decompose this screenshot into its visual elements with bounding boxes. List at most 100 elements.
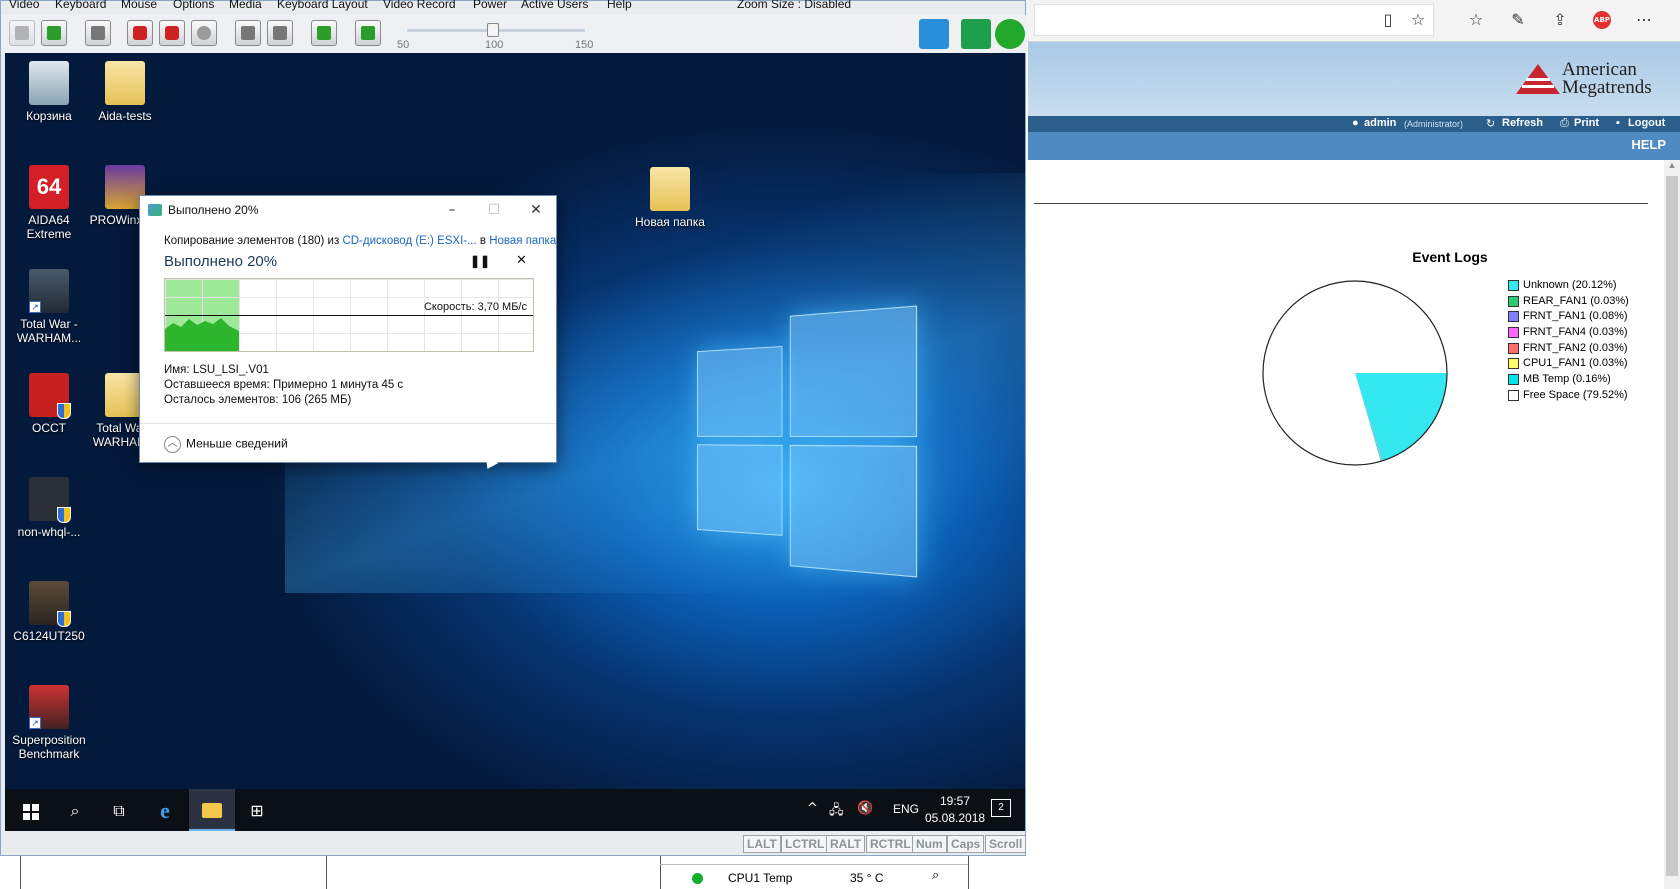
lalt-key[interactable]: LALT bbox=[743, 835, 781, 853]
aida64-icon: 64 bbox=[29, 165, 69, 209]
remote-desktop[interactable]: Корзина Aida-tests 64 AIDA64 Extreme PRO… bbox=[5, 53, 1025, 789]
print-link[interactable]: Print bbox=[1574, 117, 1599, 129]
adblock-icon[interactable]: ABP bbox=[1593, 11, 1611, 29]
reading-view-icon[interactable]: ▯ bbox=[1376, 8, 1400, 32]
desktop-icon[interactable]: 64 AIDA64 Extreme bbox=[9, 165, 89, 241]
menu-video-record[interactable]: Video Record bbox=[383, 0, 456, 11]
address-bar[interactable] bbox=[1034, 4, 1434, 36]
logout-link[interactable]: Logout bbox=[1628, 117, 1665, 129]
desktop-icon[interactable]: Новая папка bbox=[625, 167, 715, 229]
desktop-icon[interactable]: OCCT bbox=[9, 373, 89, 435]
hotkeys-button[interactable] bbox=[311, 20, 337, 46]
table-border bbox=[326, 852, 327, 889]
more-icon[interactable]: ⋯ bbox=[1632, 8, 1656, 32]
progress-label: Выполнено 20% bbox=[164, 253, 278, 270]
menu-keyboard[interactable]: Keyboard bbox=[55, 0, 106, 11]
rctrl-key[interactable]: RCTRL bbox=[866, 835, 915, 853]
power-button[interactable] bbox=[995, 19, 1025, 49]
scroll-up-icon[interactable]: ▲ bbox=[1664, 160, 1680, 174]
legend-item: CPU1_FAN1 (0.03%) bbox=[1508, 356, 1629, 372]
menu-keyboard-layout[interactable]: Keyboard Layout bbox=[277, 0, 368, 11]
uac-shield-icon bbox=[57, 611, 71, 627]
display-button[interactable] bbox=[961, 19, 991, 49]
pause-button[interactable] bbox=[41, 20, 67, 46]
desktop-icon[interactable]: C6124UT250 bbox=[9, 581, 89, 643]
menu-media[interactable]: Media bbox=[229, 0, 262, 11]
logout-icon: ▪ bbox=[1616, 117, 1620, 129]
caps-lock-key[interactable]: Caps bbox=[947, 835, 985, 853]
zoom-slider[interactable]: 50 100 150 bbox=[397, 23, 593, 51]
scroll-thumb[interactable] bbox=[1666, 176, 1678, 876]
windows-logo bbox=[697, 305, 918, 578]
favorite-star-icon[interactable]: ☆ bbox=[1406, 8, 1430, 32]
copy-description: Копирование элементов (180) из CD-дисков… bbox=[164, 235, 557, 247]
edge-button[interactable]: e bbox=[151, 797, 179, 825]
destination-link[interactable]: Новая папка bbox=[489, 235, 556, 247]
table-border bbox=[20, 852, 21, 889]
kvm-statusbar: LALT LCTRL RALT RCTRL Num Caps Scroll bbox=[1, 831, 1027, 855]
desktop-icon[interactable]: Корзина bbox=[9, 61, 89, 123]
maximize-button[interactable]: ☐ bbox=[474, 198, 514, 222]
kvm-toolbar: 50 100 150 bbox=[1, 15, 1027, 53]
page-scrollbar[interactable]: ▲ bbox=[1664, 160, 1680, 889]
help-link[interactable]: HELP bbox=[1631, 137, 1666, 152]
explorer-button[interactable] bbox=[189, 789, 235, 831]
network-icon[interactable]: 🖧 bbox=[829, 801, 844, 823]
magnify-icon[interactable]: ⌕ bbox=[932, 868, 939, 883]
share-icon[interactable]: ⇪ bbox=[1548, 8, 1572, 32]
superposition-icon: ↗ bbox=[29, 685, 69, 729]
table-row: CPU1 Temp 35 ° C ⌕ bbox=[660, 864, 968, 889]
minimize-button[interactable]: – bbox=[432, 198, 472, 222]
legend-swatch bbox=[1508, 311, 1519, 323]
keyboard-button[interactable] bbox=[267, 20, 293, 46]
record-stop-button[interactable] bbox=[127, 20, 153, 46]
play-button[interactable] bbox=[9, 20, 35, 46]
favorites-icon[interactable]: ☆ bbox=[1464, 8, 1488, 32]
search-button[interactable]: ⌕ bbox=[61, 797, 89, 825]
legend-swatch bbox=[1508, 358, 1519, 370]
cancel-button[interactable]: ✕ bbox=[516, 253, 527, 268]
language-indicator[interactable]: ENG bbox=[893, 802, 919, 816]
cd-button[interactable] bbox=[191, 20, 217, 46]
copy-progress-dialog: Выполнено 20% – ☐ ✕ Копирование элементо… bbox=[139, 195, 557, 463]
chevron-up-icon[interactable]: ^ bbox=[807, 801, 818, 816]
num-lock-key[interactable]: Num bbox=[912, 835, 947, 853]
users-button[interactable] bbox=[919, 19, 949, 49]
pen-icon[interactable]: ✎ bbox=[1506, 8, 1530, 32]
notification-center-icon[interactable]: 2 bbox=[991, 799, 1011, 817]
clock[interactable]: 19:57 05.08.2018 bbox=[925, 793, 985, 827]
menu-help[interactable]: Help bbox=[607, 0, 632, 11]
menu-power[interactable]: Power bbox=[473, 0, 507, 11]
desktop-icon[interactable]: Aida-tests bbox=[85, 61, 165, 123]
volume-muted-icon[interactable]: 🔇 bbox=[857, 801, 873, 816]
refresh-link[interactable]: Refresh bbox=[1502, 117, 1543, 129]
start-button[interactable] bbox=[17, 797, 45, 825]
scroll-lock-key[interactable]: Scroll bbox=[985, 835, 1027, 853]
menu-active-users[interactable]: Active Users bbox=[521, 0, 588, 11]
legend-item: FRNT_FAN4 (0.03%) bbox=[1508, 325, 1629, 341]
legend-label: CPU1_FAN1 (0.03%) bbox=[1523, 357, 1628, 370]
store-button[interactable]: ⊞ bbox=[243, 797, 271, 825]
transfer-graph: Скорость: 3,70 МБ/с bbox=[164, 278, 534, 352]
ralt-key[interactable]: RALT bbox=[826, 835, 866, 853]
save-button[interactable] bbox=[159, 20, 185, 46]
lctrl-key[interactable]: LCTRL bbox=[781, 835, 829, 853]
menu-options[interactable]: Options bbox=[173, 0, 214, 11]
desktop-icon[interactable]: ↗ Total War - WARHAM... bbox=[9, 269, 89, 345]
source-link[interactable]: CD-дисковод (E:) ESXI-... bbox=[342, 235, 476, 247]
menu-mouse[interactable]: Mouse bbox=[121, 0, 157, 11]
shortcut-arrow-icon: ↗ bbox=[29, 301, 41, 313]
folder-icon bbox=[650, 167, 690, 211]
less-details-button[interactable]: ︿ Меньше сведений bbox=[164, 436, 288, 453]
grid-icon bbox=[361, 26, 375, 40]
task-view-button[interactable]: ⧉ bbox=[105, 797, 133, 825]
desktop-icon[interactable]: ↗ Superposition Benchmark bbox=[9, 685, 89, 761]
desktop-icon[interactable]: non-whql-... bbox=[9, 477, 89, 539]
mouse-button[interactable] bbox=[235, 20, 261, 46]
fullscreen-button[interactable] bbox=[85, 20, 111, 46]
menu-video[interactable]: Video bbox=[9, 0, 39, 11]
zoom-knob[interactable] bbox=[487, 23, 499, 37]
grid-button[interactable] bbox=[355, 20, 381, 46]
close-button[interactable]: ✕ bbox=[516, 198, 556, 222]
pause-button[interactable]: ❚❚ bbox=[470, 254, 490, 268]
